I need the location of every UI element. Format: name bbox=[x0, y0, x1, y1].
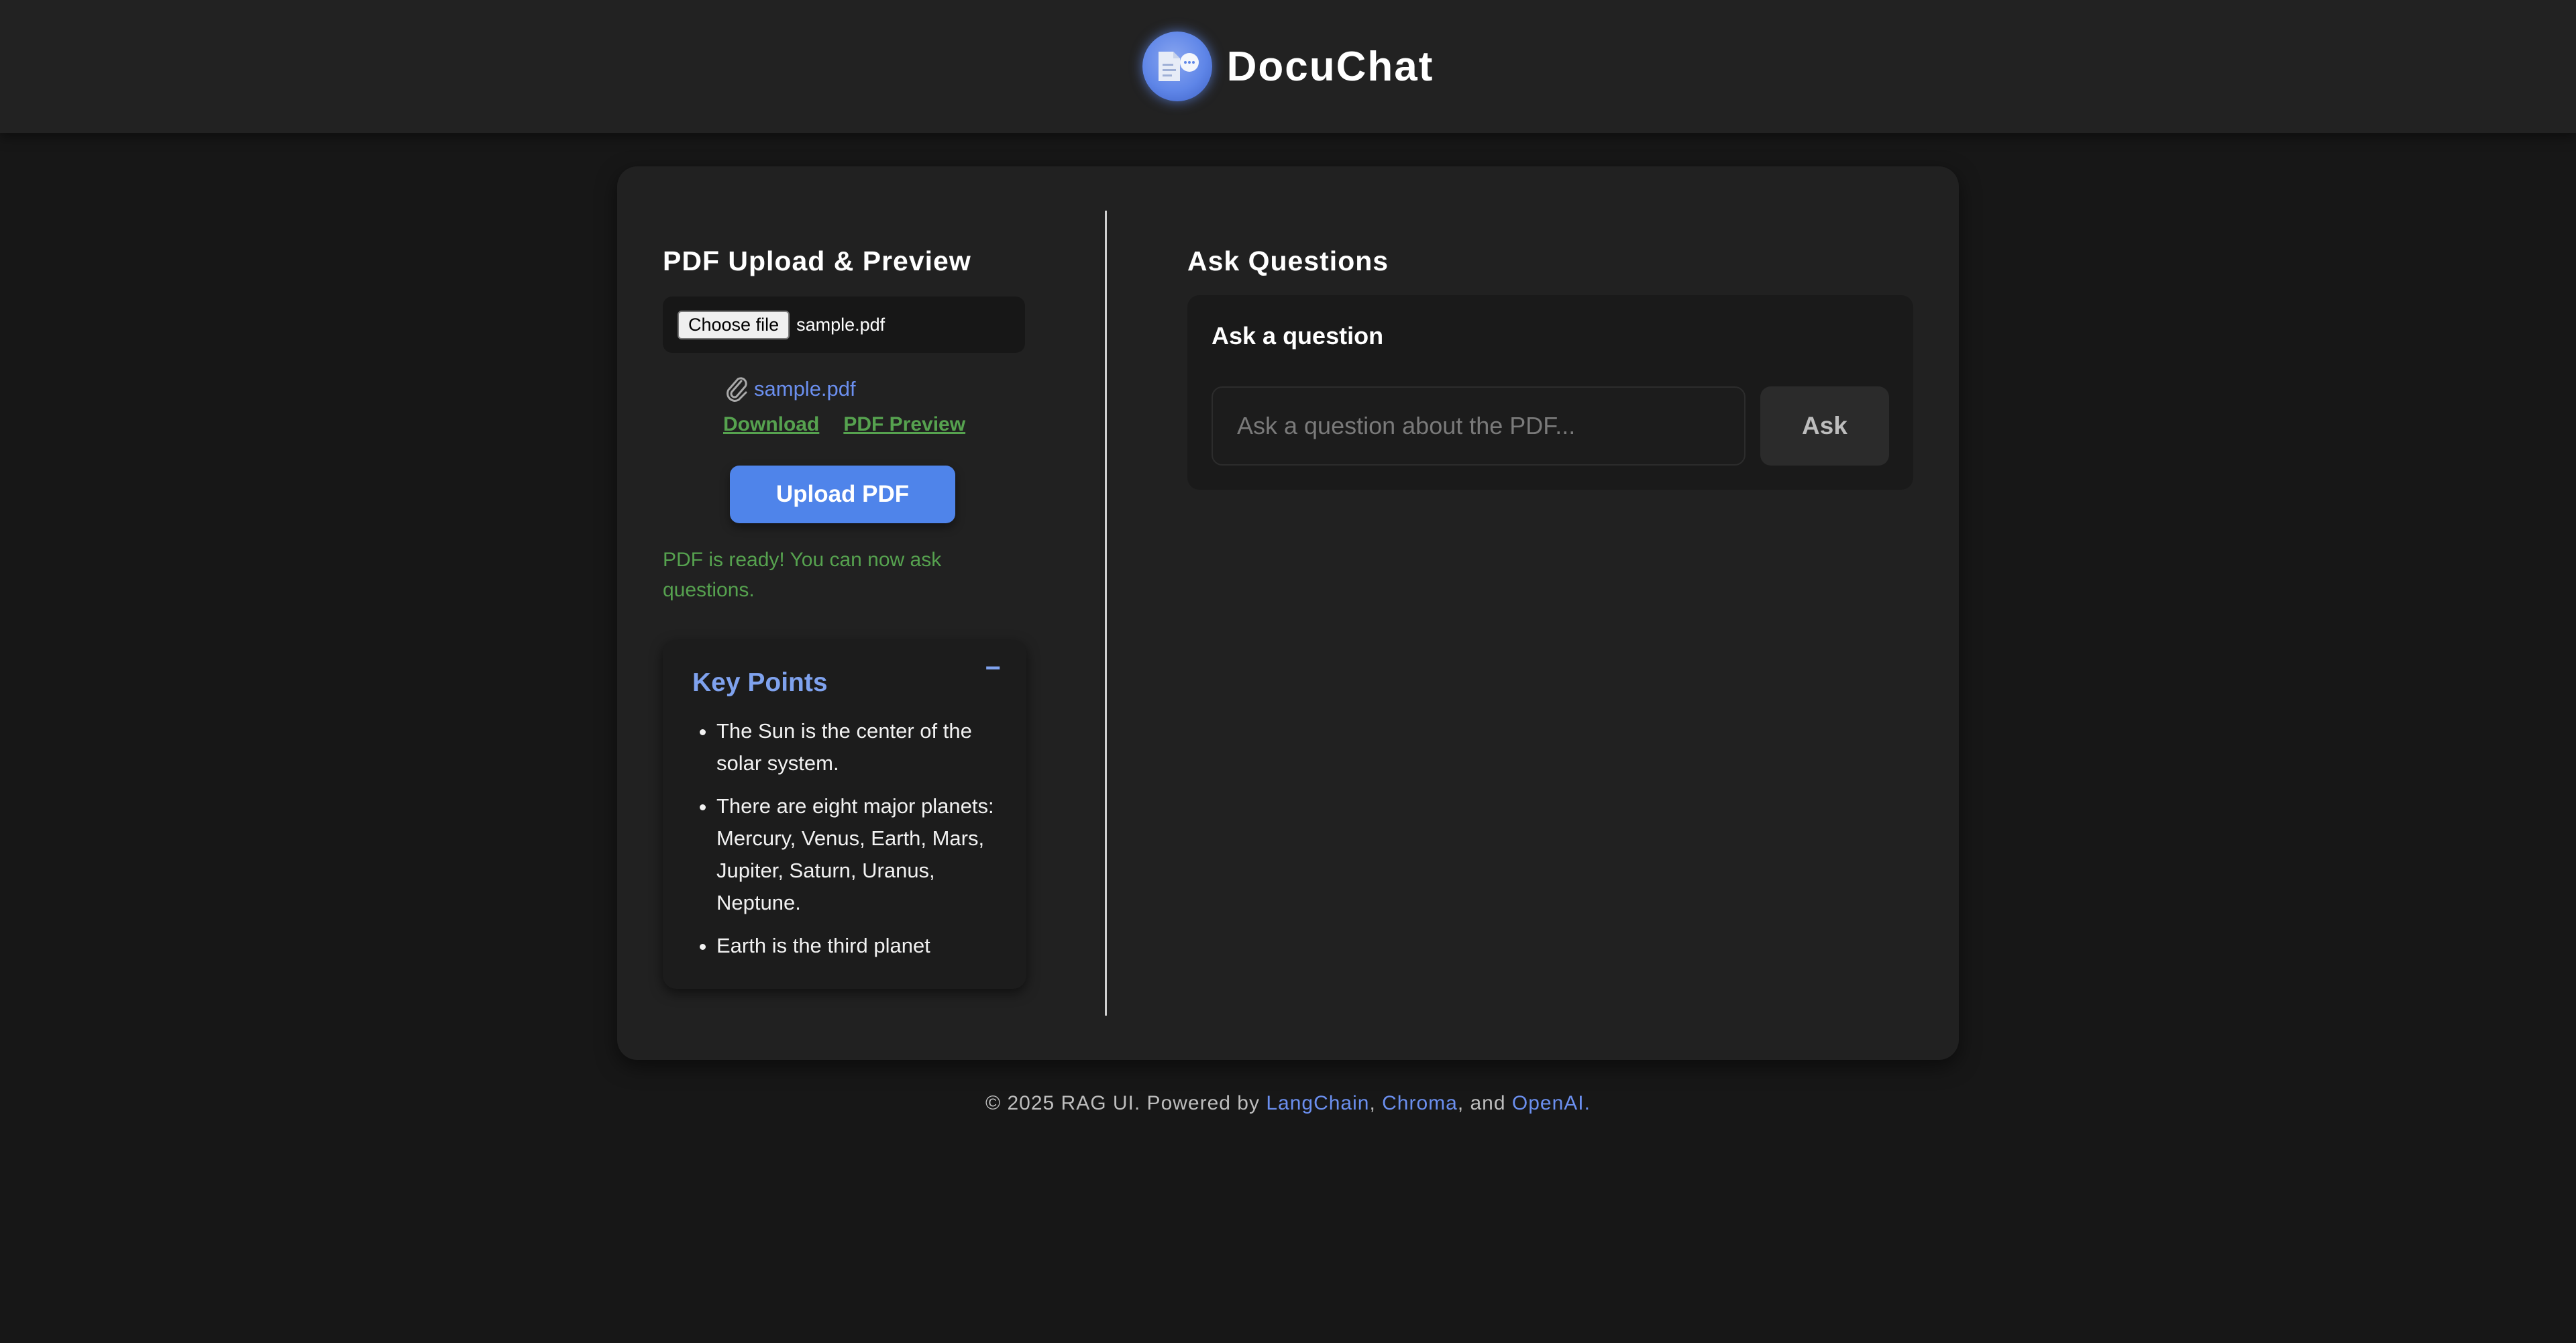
pdf-preview-link[interactable]: PDF Preview bbox=[843, 413, 965, 436]
attached-file-link[interactable]: sample.pdf bbox=[754, 377, 856, 401]
top-bar: DocuChat bbox=[0, 0, 2576, 133]
main-card: PDF Upload & Preview Choose file sample.… bbox=[617, 166, 1959, 1060]
document-chat-icon bbox=[1142, 32, 1212, 101]
footer-separator: , and bbox=[1457, 1092, 1512, 1114]
attached-file: sample.pdf bbox=[723, 374, 856, 404]
chroma-link[interactable]: Chroma bbox=[1382, 1092, 1458, 1114]
ask-button[interactable]: Ask bbox=[1760, 386, 1889, 466]
footer-separator: , bbox=[1369, 1092, 1383, 1114]
list-item: There are eight major planets: Mercury, … bbox=[716, 790, 1008, 919]
paperclip-icon bbox=[727, 377, 747, 402]
footer-period: . bbox=[1584, 1092, 1591, 1114]
upload-pdf-button[interactable]: Upload PDF bbox=[730, 466, 955, 523]
ask-section-title: Ask Questions bbox=[1187, 246, 1389, 276]
file-actions: Download PDF Preview bbox=[723, 413, 965, 436]
openai-link[interactable]: OpenAI bbox=[1512, 1092, 1585, 1114]
app-title: DocuChat bbox=[1226, 43, 1434, 90]
footer-text: © 2025 RAG UI. Powered by bbox=[985, 1092, 1267, 1114]
ask-label: Ask a question bbox=[1212, 322, 1384, 350]
key-points-list: The Sun is the center of the solar syste… bbox=[692, 715, 1008, 973]
file-input[interactable]: Choose file sample.pdf bbox=[663, 297, 1025, 353]
footer: © 2025 RAG UI. Powered by LangChain, Chr… bbox=[0, 1092, 2576, 1115]
selected-file-name: sample.pdf bbox=[796, 314, 885, 335]
brand: DocuChat bbox=[1142, 32, 1434, 101]
langchain-link[interactable]: LangChain bbox=[1266, 1092, 1369, 1114]
list-item: Earth is the third planet bbox=[716, 930, 1008, 962]
collapse-button[interactable]: − bbox=[985, 653, 1001, 684]
download-link[interactable]: Download bbox=[723, 413, 819, 436]
ask-panel: Ask a question Ask bbox=[1187, 295, 1913, 490]
key-points-card: Key Points − The Sun is the center of th… bbox=[663, 640, 1026, 989]
choose-file-button[interactable]: Choose file bbox=[678, 310, 790, 339]
question-input[interactable] bbox=[1212, 386, 1746, 466]
key-points-title: Key Points bbox=[692, 668, 828, 697]
upload-panel-title: PDF Upload & Preview bbox=[663, 246, 971, 276]
status-message: PDF is ready! You can now ask questions. bbox=[663, 549, 942, 601]
list-item: The Sun is the center of the solar syste… bbox=[716, 715, 1008, 780]
panel-divider bbox=[1105, 211, 1107, 1016]
